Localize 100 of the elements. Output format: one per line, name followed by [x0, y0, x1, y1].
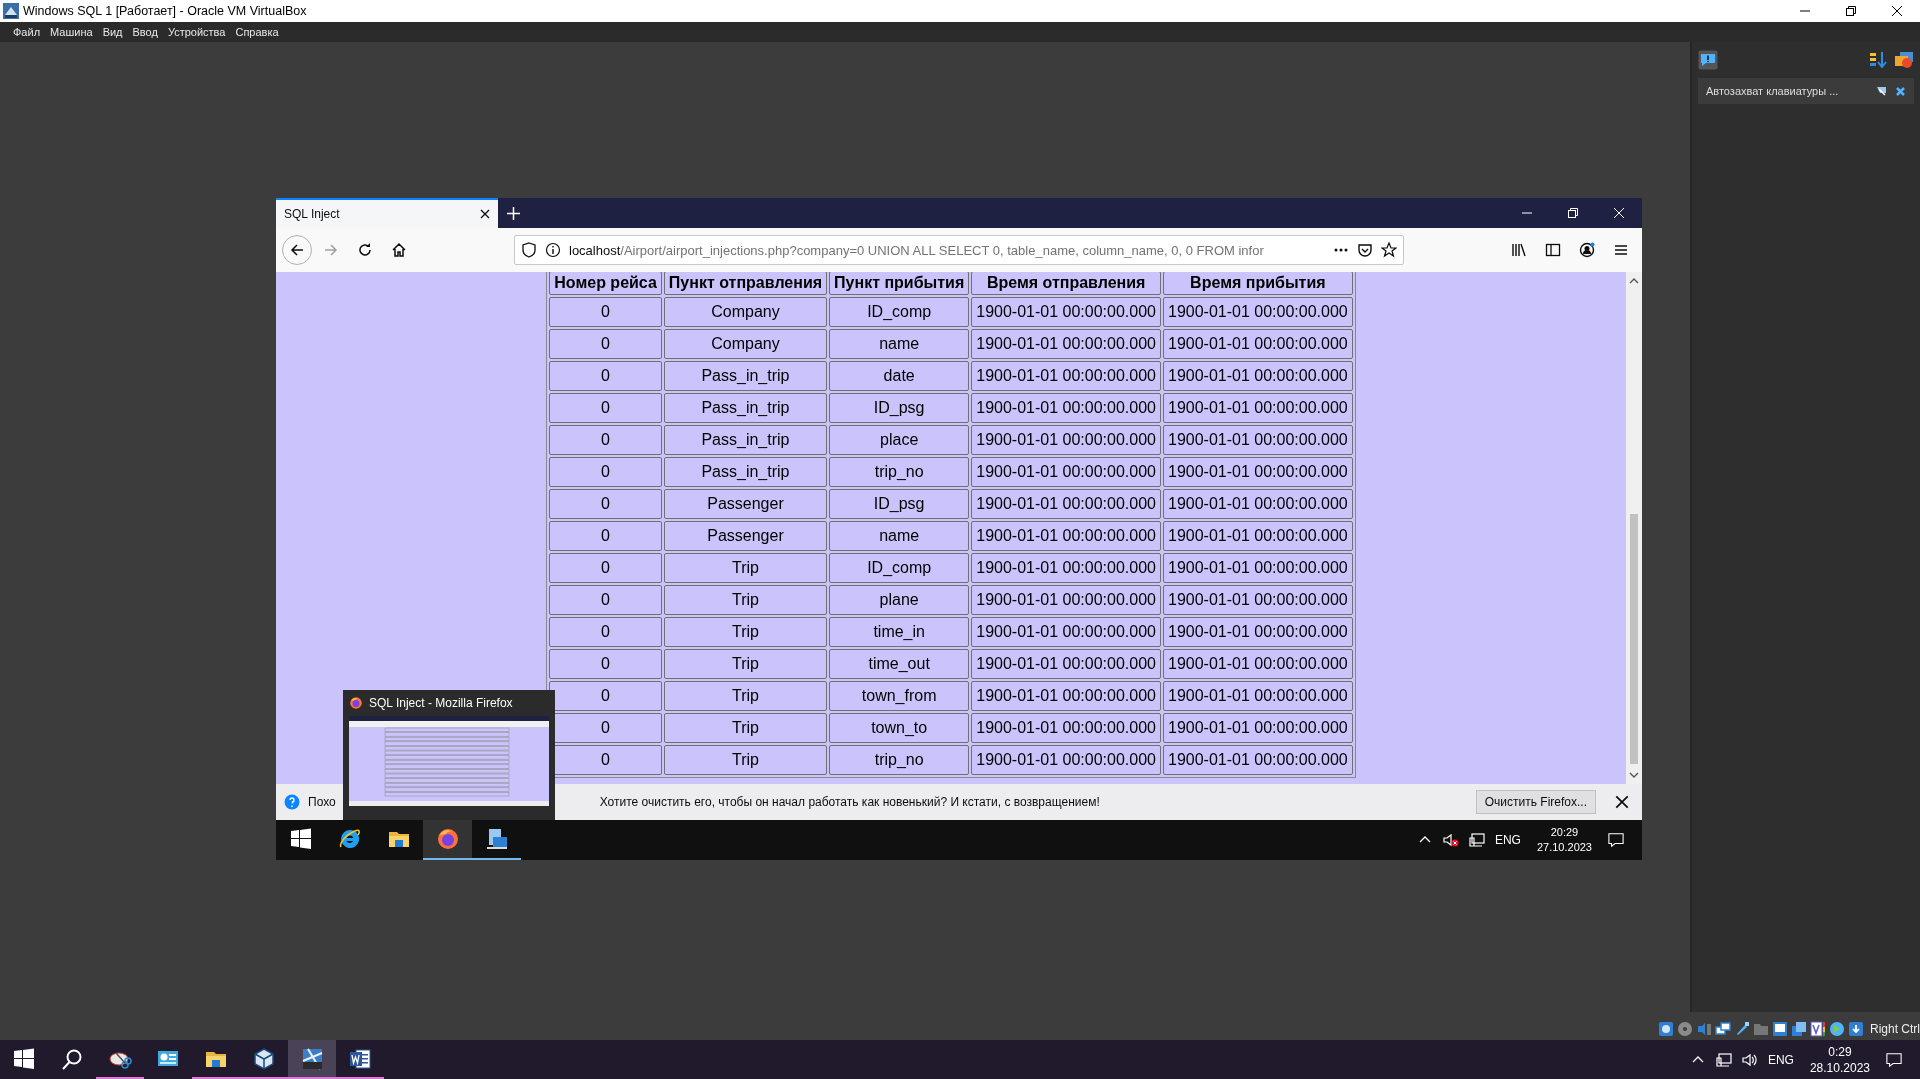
window-title: Windows SQL 1 [Работает] - Oracle VM VirtualBox	[23, 4, 308, 18]
table-cell: time_in	[829, 617, 970, 647]
table-cell: trip_no	[829, 745, 970, 775]
close-icon	[1614, 208, 1624, 218]
close-icon[interactable]	[1614, 794, 1630, 810]
notifications-icon[interactable]	[1886, 1051, 1902, 1068]
menu-icon	[1613, 242, 1629, 258]
scroll-thumb[interactable]	[1630, 514, 1638, 764]
scroll-down-icon[interactable]	[1629, 770, 1639, 780]
table-cell: 0	[549, 457, 662, 487]
window-preview[interactable]: SQL Inject - Mozilla Firefox	[343, 690, 555, 820]
refresh-firefox-button[interactable]: Очистить Firefox...	[1475, 790, 1596, 814]
sort-icon[interactable]	[1868, 50, 1888, 70]
messages-icon[interactable]	[1894, 50, 1914, 70]
pointer-icon[interactable]	[1876, 85, 1887, 97]
table-cell: town_from	[829, 681, 970, 711]
scroll-up-icon[interactable]	[1629, 276, 1639, 286]
address-bar[interactable]: localhost/Airport/airport_injections.php?company=0 UNION ALL SELECT 0, table_name, column_name, 0, 0 FROM infor	[514, 235, 1404, 265]
table-cell: 1900-01-01 00:00:00.000	[971, 585, 1161, 615]
table-cell: 1900-01-01 00:00:00.000	[971, 521, 1161, 551]
usb-icon[interactable]	[1734, 1021, 1750, 1037]
reload-icon	[357, 242, 373, 258]
column-header: Время отправления	[971, 272, 1161, 295]
table-cell: 0	[549, 425, 662, 455]
table-cell: 1900-01-01 00:00:00.000	[1163, 425, 1353, 455]
url-text: localhost/Airport/airport_injections.php?company=0 UNION ALL SELECT 0, table_name, column_name, 0, 0 FROM infor	[569, 242, 1265, 258]
home-icon	[391, 242, 407, 258]
preview-title: SQL Inject - Mozilla Firefox	[369, 696, 513, 710]
language-indicator[interactable]: ENG	[1767, 1052, 1794, 1067]
table-cell: Company	[663, 297, 828, 327]
word-icon	[348, 1046, 372, 1071]
firefox-icon	[435, 827, 460, 851]
table-cell: Pass_in_trip	[663, 393, 828, 423]
info-icon	[545, 242, 561, 258]
table-cell: 1900-01-01 00:00:00.000	[1163, 457, 1353, 487]
message-icon[interactable]	[1698, 50, 1718, 70]
menu-item[interactable]: Файл	[8, 26, 46, 38]
speaker-icon[interactable]	[1741, 1051, 1758, 1068]
star-icon[interactable]	[1381, 242, 1397, 258]
display-icon[interactable]	[1772, 1021, 1788, 1037]
table-cell: Pass_in_trip	[663, 457, 828, 487]
table-cell: 1900-01-01 00:00:00.000	[1163, 297, 1353, 327]
table-cell: 1900-01-01 00:00:00.000	[1163, 329, 1353, 359]
table-cell: 1900-01-01 00:00:00.000	[1163, 681, 1353, 711]
table-cell: date	[829, 361, 970, 391]
language-indicator[interactable]: ENG	[1494, 833, 1521, 847]
table-cell: 0	[549, 329, 662, 359]
table-cell: 1900-01-01 00:00:00.000	[971, 553, 1161, 583]
menu-item[interactable]: Справка	[230, 26, 284, 38]
clock[interactable]: 20:29 27.10.2023	[1530, 825, 1598, 855]
table-cell: 0	[549, 361, 662, 391]
table-cell: time_out	[829, 649, 970, 679]
table-cell: 1900-01-01 00:00:00.000	[971, 681, 1161, 711]
notifications-icon[interactable]	[1608, 832, 1624, 848]
scrollbar[interactable]	[1626, 272, 1642, 784]
taskbar-button[interactable]	[423, 820, 472, 860]
windows-icon	[288, 827, 313, 851]
column-header: Время прибытия	[1163, 272, 1353, 295]
clock[interactable]: 0:29 28.10.2023	[1803, 1043, 1876, 1076]
table-cell: ID_comp	[829, 553, 970, 583]
table-cell: Trip	[663, 649, 828, 679]
restore-icon	[1568, 208, 1578, 218]
taskbar-button[interactable]	[288, 1040, 336, 1079]
table-cell: 1900-01-01 00:00:00.000	[971, 329, 1161, 359]
menu-item[interactable]: Устройства	[162, 26, 231, 38]
tab-close-icon[interactable]	[480, 209, 490, 219]
speaker-muted-icon[interactable]	[1442, 832, 1459, 848]
network-icon[interactable]	[1715, 1051, 1732, 1068]
menu-item[interactable]: Ввод	[127, 26, 163, 38]
browser-tab[interactable]: SQL Inject	[276, 198, 498, 228]
menu-item[interactable]: Вид	[97, 26, 128, 38]
table-cell: 0	[549, 649, 662, 679]
column-header: Номер рейса	[549, 272, 662, 295]
table-cell: 1900-01-01 00:00:00.000	[1163, 393, 1353, 423]
table-cell: 0	[549, 521, 662, 551]
keyboard-capture-icon[interactable]	[1848, 1021, 1864, 1037]
account-icon	[1579, 242, 1595, 258]
pocket-icon[interactable]	[1357, 242, 1373, 258]
column-header: Пункт отправления	[663, 272, 828, 295]
table-cell: name	[829, 329, 970, 359]
table-cell: 1900-01-01 00:00:00.000	[1163, 585, 1353, 615]
notification-text: Хотите очистить его, чтобы он начал работать как новенький? И кстати, с возвращением!	[599, 795, 1100, 809]
table-cell: 1900-01-01 00:00:00.000	[971, 297, 1161, 327]
notification-text: Похо	[308, 795, 336, 809]
mouse-integration-icon[interactable]	[1829, 1021, 1845, 1037]
table-cell: 1900-01-01 00:00:00.000	[1163, 553, 1353, 583]
table-cell: Trip	[663, 681, 828, 711]
table-cell: 1900-01-01 00:00:00.000	[1163, 617, 1353, 647]
back-icon	[289, 242, 305, 258]
screen-capture-icon[interactable]	[1791, 1021, 1807, 1037]
table-cell: 1900-01-01 00:00:00.000	[971, 649, 1161, 679]
browser-icon	[337, 827, 362, 851]
network-icon[interactable]	[1468, 832, 1485, 848]
host-key-label: Right Ctrl	[1870, 1022, 1920, 1036]
table-cell: 1900-01-01 00:00:00.000	[971, 489, 1161, 519]
table-cell: 0	[549, 297, 662, 327]
menu-item[interactable]: Машина	[45, 26, 98, 38]
notice-text: Автозахват клавиатуры ...	[1706, 85, 1840, 97]
table-cell: 1900-01-01 00:00:00.000	[1163, 489, 1353, 519]
network-icon[interactable]	[1715, 1021, 1731, 1037]
